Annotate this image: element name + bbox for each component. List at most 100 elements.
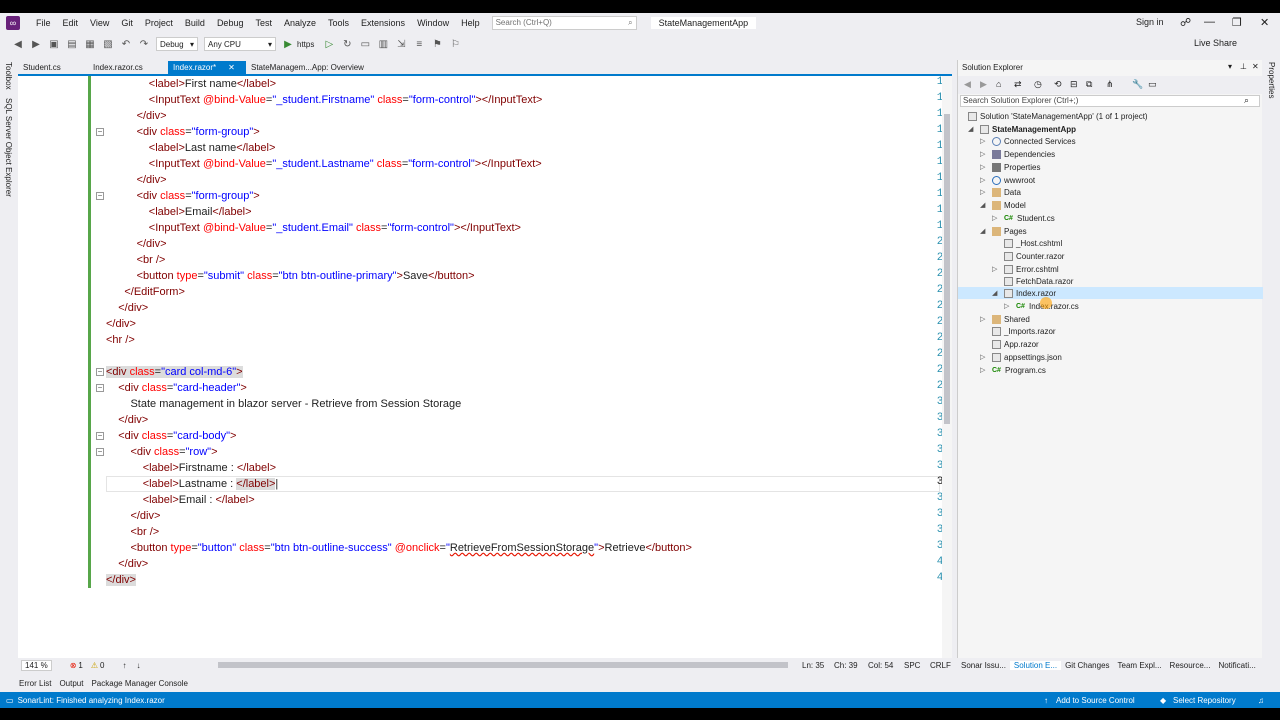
warning-count[interactable]: 0	[100, 661, 104, 670]
tree-pages-folder[interactable]: Pages	[992, 225, 1027, 237]
menu-project[interactable]: Project	[139, 18, 179, 28]
add-to-source-control-button[interactable]: Add to Source Control	[1056, 696, 1135, 705]
tree-dependencies[interactable]: Dependencies	[992, 148, 1055, 160]
tab-git-changes[interactable]: Git Changes	[1061, 661, 1113, 670]
bookmark-next-icon[interactable]: ⚐	[449, 38, 461, 50]
properties-tab[interactable]: Properties	[1267, 62, 1276, 98]
filter-icon[interactable]: ⋔	[1106, 79, 1114, 90]
menu-file[interactable]: File	[30, 18, 57, 28]
error-count[interactable]: 1	[78, 661, 82, 670]
tab-sonar-issues[interactable]: Sonar Issu...	[957, 661, 1010, 670]
refresh-icon[interactable]: ↻	[341, 38, 353, 50]
switch-views-icon[interactable]: ⇄	[1014, 79, 1022, 90]
tree-project[interactable]: StateManagementApp	[980, 123, 1076, 135]
tree-app-razor[interactable]: App.razor	[992, 338, 1039, 350]
collapse-all-icon[interactable]: ⊟	[1070, 79, 1078, 90]
fold-toggle[interactable]: −	[96, 368, 104, 376]
step-icon[interactable]: ⇲	[395, 38, 407, 50]
tree-wwwroot[interactable]: wwwroot	[992, 174, 1035, 186]
collapse-arrow-icon[interactable]: ▷	[980, 366, 985, 374]
feedback-icon[interactable]: ☍	[1180, 16, 1191, 29]
browser-icon[interactable]: ▭	[359, 38, 371, 50]
sign-in-link[interactable]: Sign in	[1136, 17, 1164, 27]
tree-host-cshtml[interactable]: _Host.cshtml	[1004, 237, 1062, 249]
sync-icon[interactable]: ⟲	[1054, 79, 1062, 90]
collapse-arrow-icon[interactable]: ▷	[980, 353, 985, 361]
fold-toggle[interactable]: −	[96, 128, 104, 136]
collapse-arrow-icon[interactable]: ▷	[992, 214, 997, 222]
search-input[interactable]: Search (Ctrl+Q) ⌕	[491, 15, 637, 30]
run-profile-button[interactable]: https	[297, 40, 314, 49]
layout-icon[interactable]: ▥	[377, 38, 389, 50]
menu-extensions[interactable]: Extensions	[355, 18, 411, 28]
forward-icon[interactable]: ▶	[980, 79, 987, 90]
code-editor[interactable]: 10 11 12 13 14 15 16 17 18 19 20 21 22 2…	[18, 74, 952, 662]
solution-search-input[interactable]: Search Solution Explorer (Ctrl+;)	[960, 95, 1260, 107]
toolbox-tab[interactable]: Toolbox	[4, 62, 13, 90]
expand-arrow-icon[interactable]: ◢	[992, 289, 997, 297]
collapse-arrow-icon[interactable]: ▷	[980, 176, 985, 184]
pending-changes-icon[interactable]: ◷	[1034, 79, 1042, 90]
tab-close-icon[interactable]: ✕	[228, 63, 235, 72]
tree-error-cshtml[interactable]: Error.cshtml	[1004, 263, 1059, 275]
tab-resource-view[interactable]: Resource...	[1166, 661, 1215, 670]
nav-up-icon[interactable]: ↑	[122, 661, 126, 670]
tree-counter-razor[interactable]: Counter.razor	[1004, 250, 1064, 262]
menu-window[interactable]: Window	[411, 18, 455, 28]
close-icon[interactable]: ✕	[1260, 16, 1269, 29]
tab-output[interactable]: Output	[59, 679, 83, 688]
tree-fetchdata-razor[interactable]: FetchData.razor	[1004, 275, 1073, 287]
tree-properties[interactable]: Properties	[992, 161, 1040, 173]
collapse-arrow-icon[interactable]: ▷	[992, 265, 997, 273]
expand-arrow-icon[interactable]: ◢	[980, 201, 985, 209]
maximize-icon[interactable]: ❐	[1232, 16, 1242, 29]
tree-imports-razor[interactable]: _Imports.razor	[992, 325, 1056, 337]
open-icon[interactable]: ▤	[66, 38, 78, 50]
vertical-scrollbar[interactable]	[942, 76, 952, 662]
tab-solution-explorer[interactable]: Solution E...	[1009, 660, 1062, 670]
tree-appsettings-json[interactable]: appsettings.json	[992, 351, 1062, 363]
tree-model-folder[interactable]: Model	[992, 199, 1026, 211]
fold-toggle[interactable]: −	[96, 448, 104, 456]
forward-icon[interactable]: ▶	[30, 38, 42, 50]
select-repository-button[interactable]: Select Repository	[1173, 696, 1236, 705]
collapse-arrow-icon[interactable]: ▷	[980, 150, 985, 158]
save-icon[interactable]: ▦	[84, 38, 96, 50]
menu-git[interactable]: Git	[115, 18, 139, 28]
minimize-icon[interactable]: —	[1204, 16, 1215, 28]
tab-package-manager-console[interactable]: Package Manager Console	[91, 679, 188, 688]
tab-error-list[interactable]: Error List	[19, 679, 51, 688]
line-ending-indicator[interactable]: CRLF	[930, 661, 951, 670]
preview-icon[interactable]: ▭	[1148, 79, 1157, 90]
pin-icon[interactable]: ⊥	[1240, 62, 1247, 71]
tab-notifications[interactable]: Notificati...	[1214, 661, 1259, 670]
menu-debug[interactable]: Debug	[211, 18, 250, 28]
home-icon[interactable]: ⌂	[996, 79, 1001, 89]
live-share-button[interactable]: Live Share	[1194, 38, 1237, 48]
collapse-arrow-icon[interactable]: ▷	[980, 137, 985, 145]
fold-toggle[interactable]: −	[96, 192, 104, 200]
tab-team-explorer[interactable]: Team Expl...	[1114, 661, 1166, 670]
undo-icon[interactable]: ↶	[120, 38, 132, 50]
fold-toggle[interactable]: −	[96, 432, 104, 440]
spacing-indicator[interactable]: SPC	[904, 661, 920, 670]
bookmark-icon[interactable]: ⚑	[431, 38, 443, 50]
tree-program-cs[interactable]: C# Program.cs	[992, 364, 1046, 376]
horizontal-scrollbar[interactable]	[218, 662, 788, 668]
scrollbar-thumb[interactable]	[944, 114, 950, 424]
notification-bell-icon[interactable]: ♫	[1258, 696, 1264, 705]
expand-arrow-icon[interactable]: ◢	[968, 125, 973, 133]
tree-connected-services[interactable]: Connected Services	[992, 135, 1076, 147]
tab-index-razor-cs[interactable]: Index.razor.cs	[88, 61, 168, 74]
tree-student-cs[interactable]: C# Student.cs	[1004, 212, 1055, 224]
back-icon[interactable]: ◀	[12, 38, 24, 50]
run-icon[interactable]: ▶	[282, 38, 294, 50]
collapse-arrow-icon[interactable]: ▷	[1004, 302, 1009, 310]
properties-icon[interactable]: 🔧	[1132, 79, 1143, 90]
tab-index-razor[interactable]: Index.razor* ✕	[168, 61, 246, 74]
menu-view[interactable]: View	[84, 18, 115, 28]
menu-help[interactable]: Help	[455, 18, 486, 28]
menu-analyze[interactable]: Analyze	[278, 18, 322, 28]
nav-down-icon[interactable]: ↓	[136, 661, 140, 670]
collapse-arrow-icon[interactable]: ▷	[980, 188, 985, 196]
